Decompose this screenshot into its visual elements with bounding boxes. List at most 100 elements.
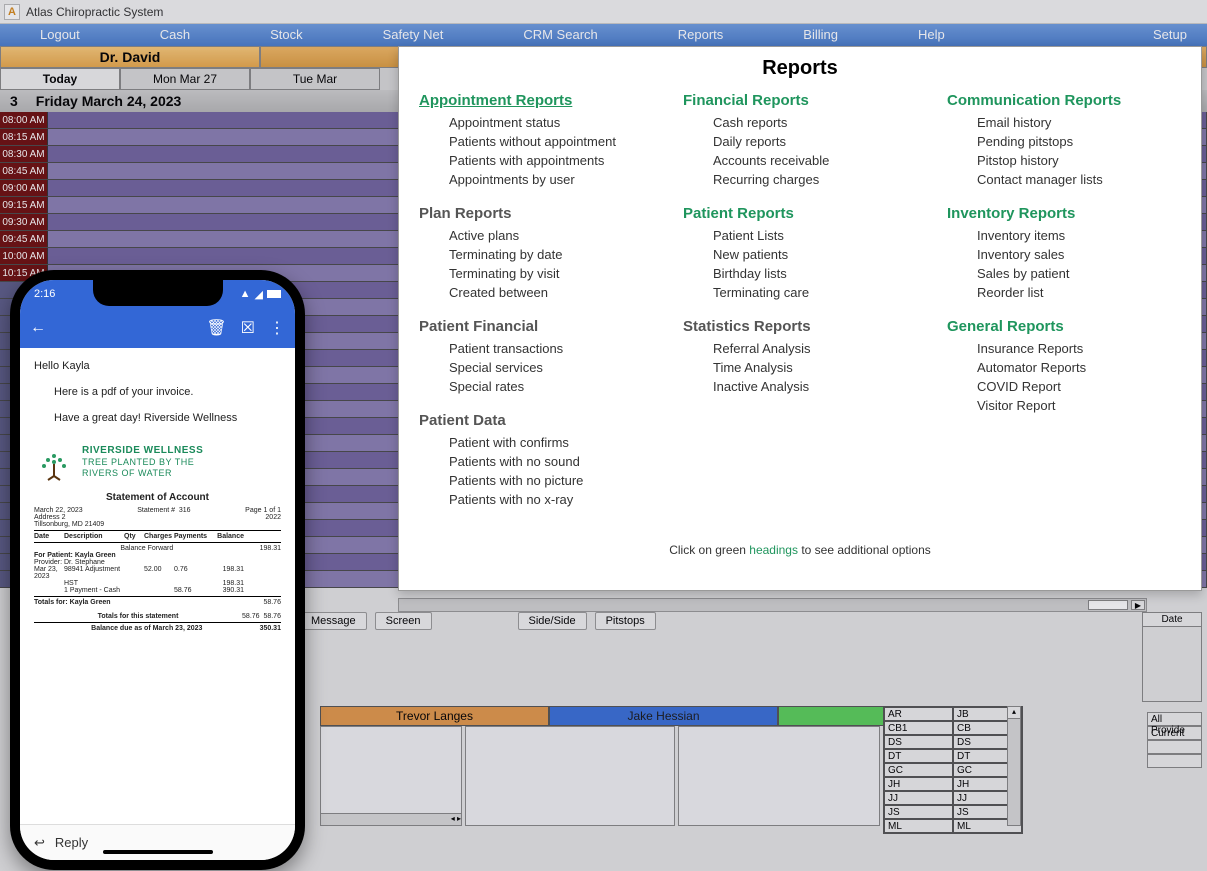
report-item[interactable]: Time Analysis (713, 360, 917, 375)
tab-tue[interactable]: Tue Mar (250, 68, 380, 90)
back-icon[interactable]: ← (30, 319, 46, 337)
code-cell[interactable]: JH (884, 777, 953, 791)
report-section-heading[interactable]: Appointment Reports (419, 92, 653, 109)
report-item[interactable]: Patient with confirms (449, 435, 653, 450)
name-cell-1[interactable]: Trevor Langes (320, 706, 549, 726)
report-item[interactable]: Pitstop history (977, 153, 1181, 168)
codes-row[interactable]: DTDT (884, 749, 1022, 763)
report-item[interactable]: Reorder list (977, 285, 1181, 300)
more-icon[interactable]: ⋮ (269, 318, 285, 338)
report-item[interactable]: Contact manager lists (977, 172, 1181, 187)
codes-row[interactable]: GCGC (884, 763, 1022, 777)
report-item[interactable]: Referral Analysis (713, 341, 917, 356)
code-cell[interactable]: DT (884, 749, 953, 763)
codes-row[interactable]: JJJJ (884, 791, 1022, 805)
tab-today[interactable]: Today (0, 68, 120, 90)
menu-reports[interactable]: Reports (638, 24, 764, 46)
report-item[interactable]: Inventory items (977, 228, 1181, 243)
name-cell-2[interactable]: Jake Hessian (549, 706, 778, 726)
report-item[interactable]: Special services (449, 360, 653, 375)
provider-codes-grid[interactable]: ARJBCB1CBDSDSDTDTGCGCJHJHJJJJJSJSMLML (883, 706, 1023, 834)
report-item[interactable]: Patient Lists (713, 228, 917, 243)
codes-row[interactable]: MLML (884, 819, 1022, 833)
report-item[interactable]: Patients with no sound (449, 454, 653, 469)
scroll-right-icon[interactable]: ▶ (1131, 600, 1145, 610)
code-cell[interactable]: DS (884, 735, 953, 749)
report-item[interactable]: Recurring charges (713, 172, 917, 187)
tab-mon[interactable]: Mon Mar 27 (120, 68, 250, 90)
report-section-heading[interactable]: Communication Reports (947, 92, 1181, 109)
provider-name[interactable]: Dr. David (0, 46, 260, 68)
report-item[interactable]: Email history (977, 115, 1181, 130)
brand-sub2: RIVERS OF WATER (82, 468, 203, 479)
side-side-button[interactable]: Side/Side (518, 612, 587, 630)
pitstops-button[interactable]: Pitstops (595, 612, 656, 630)
filter-current[interactable]: Current (1147, 726, 1202, 740)
horizontal-scrollbar[interactable]: ▶ (398, 598, 1147, 612)
report-item[interactable]: Created between (449, 285, 653, 300)
menu-crm-search[interactable]: CRM Search (483, 24, 637, 46)
report-item[interactable]: Accounts receivable (713, 153, 917, 168)
report-section-heading[interactable]: Inventory Reports (947, 205, 1181, 222)
menu-help[interactable]: Help (878, 24, 985, 46)
report-item[interactable]: Insurance Reports (977, 341, 1181, 356)
archive-icon[interactable]: ☒ (241, 318, 255, 338)
code-cell[interactable]: CB1 (884, 721, 953, 735)
reply-bar[interactable]: ↩ Reply (20, 824, 295, 860)
report-item[interactable]: Inactive Analysis (713, 379, 917, 394)
trash-icon[interactable]: 🗑 (206, 318, 226, 338)
report-item[interactable]: Inventory sales (977, 247, 1181, 262)
report-item[interactable]: Terminating by visit (449, 266, 653, 281)
reports-footer-post: to see additional options (801, 543, 930, 557)
report-item[interactable]: Patients with appointments (449, 153, 653, 168)
menu-stock[interactable]: Stock (230, 24, 343, 46)
codes-row[interactable]: DSDS (884, 735, 1022, 749)
report-item[interactable]: Birthday lists (713, 266, 917, 281)
report-item[interactable]: Patient transactions (449, 341, 653, 356)
report-item[interactable]: Sales by patient (977, 266, 1181, 281)
scroll-up-icon[interactable]: ▴ (1008, 707, 1020, 719)
report-item[interactable]: Active plans (449, 228, 653, 243)
menu-logout[interactable]: Logout (0, 24, 120, 46)
report-item[interactable]: Patients with no picture (449, 473, 653, 488)
pane1-scroll[interactable]: ◂ ▸ (321, 813, 461, 825)
report-item[interactable]: Cash reports (713, 115, 917, 130)
reply-icon[interactable]: ↩ (34, 835, 45, 851)
home-indicator[interactable] (103, 850, 213, 854)
scrollbar-thumb[interactable] (1088, 600, 1128, 610)
report-item[interactable]: New patients (713, 247, 917, 262)
code-cell[interactable]: JJ (884, 791, 953, 805)
report-item[interactable]: Pending pitstops (977, 134, 1181, 149)
report-item[interactable]: Patients without appointment (449, 134, 653, 149)
codes-row[interactable]: JHJH (884, 777, 1022, 791)
code-cell[interactable]: ML (884, 819, 953, 833)
report-item[interactable]: Appointment status (449, 115, 653, 130)
screen-button[interactable]: Screen (375, 612, 432, 630)
report-item[interactable]: Terminating care (713, 285, 917, 300)
menu-cash[interactable]: Cash (120, 24, 230, 46)
codes-row[interactable]: CB1CB (884, 721, 1022, 735)
report-item[interactable]: Visitor Report (977, 398, 1181, 413)
report-section-heading[interactable]: Patient Reports (683, 205, 917, 222)
report-item[interactable]: Terminating by date (449, 247, 653, 262)
report-item[interactable]: Automator Reports (977, 360, 1181, 375)
menu-safety-net[interactable]: Safety Net (343, 24, 484, 46)
codes-scrollbar[interactable]: ▴ (1007, 706, 1021, 826)
message-button[interactable]: Message (300, 612, 367, 630)
code-cell[interactable]: GC (884, 763, 953, 777)
codes-row[interactable]: JSJS (884, 805, 1022, 819)
menu-billing[interactable]: Billing (763, 24, 878, 46)
report-item[interactable]: COVID Report (977, 379, 1181, 394)
report-section-heading[interactable]: Financial Reports (683, 92, 917, 109)
bottom-pane-1: ◂ ▸ (320, 726, 462, 826)
report-item[interactable]: Daily reports (713, 134, 917, 149)
report-item[interactable]: Patients with no x-ray (449, 492, 653, 507)
code-cell[interactable]: AR (884, 707, 953, 721)
report-section-heading[interactable]: General Reports (947, 318, 1181, 335)
code-cell[interactable]: JS (884, 805, 953, 819)
codes-row[interactable]: ARJB (884, 707, 1022, 721)
menu-setup[interactable]: Setup (1113, 24, 1207, 46)
report-item[interactable]: Special rates (449, 379, 653, 394)
report-item[interactable]: Appointments by user (449, 172, 653, 187)
filter-all-providers[interactable]: All Provide (1147, 712, 1202, 726)
